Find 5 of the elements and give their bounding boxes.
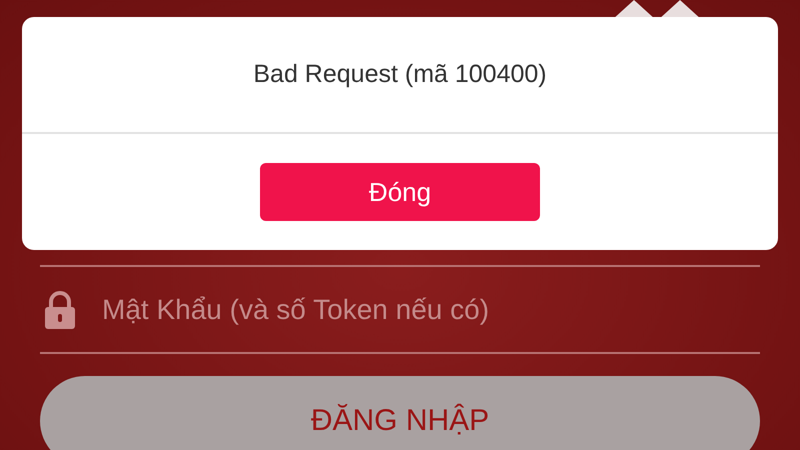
login-button[interactable]: ĐĂNG NHẬP [40,376,760,450]
error-message: Bad Request (mã 100400) [22,17,778,134]
close-button[interactable]: Đóng [260,163,540,221]
lock-icon [44,290,76,328]
password-field[interactable]: Mật Khẩu (và số Token nếu có) [102,290,760,330]
